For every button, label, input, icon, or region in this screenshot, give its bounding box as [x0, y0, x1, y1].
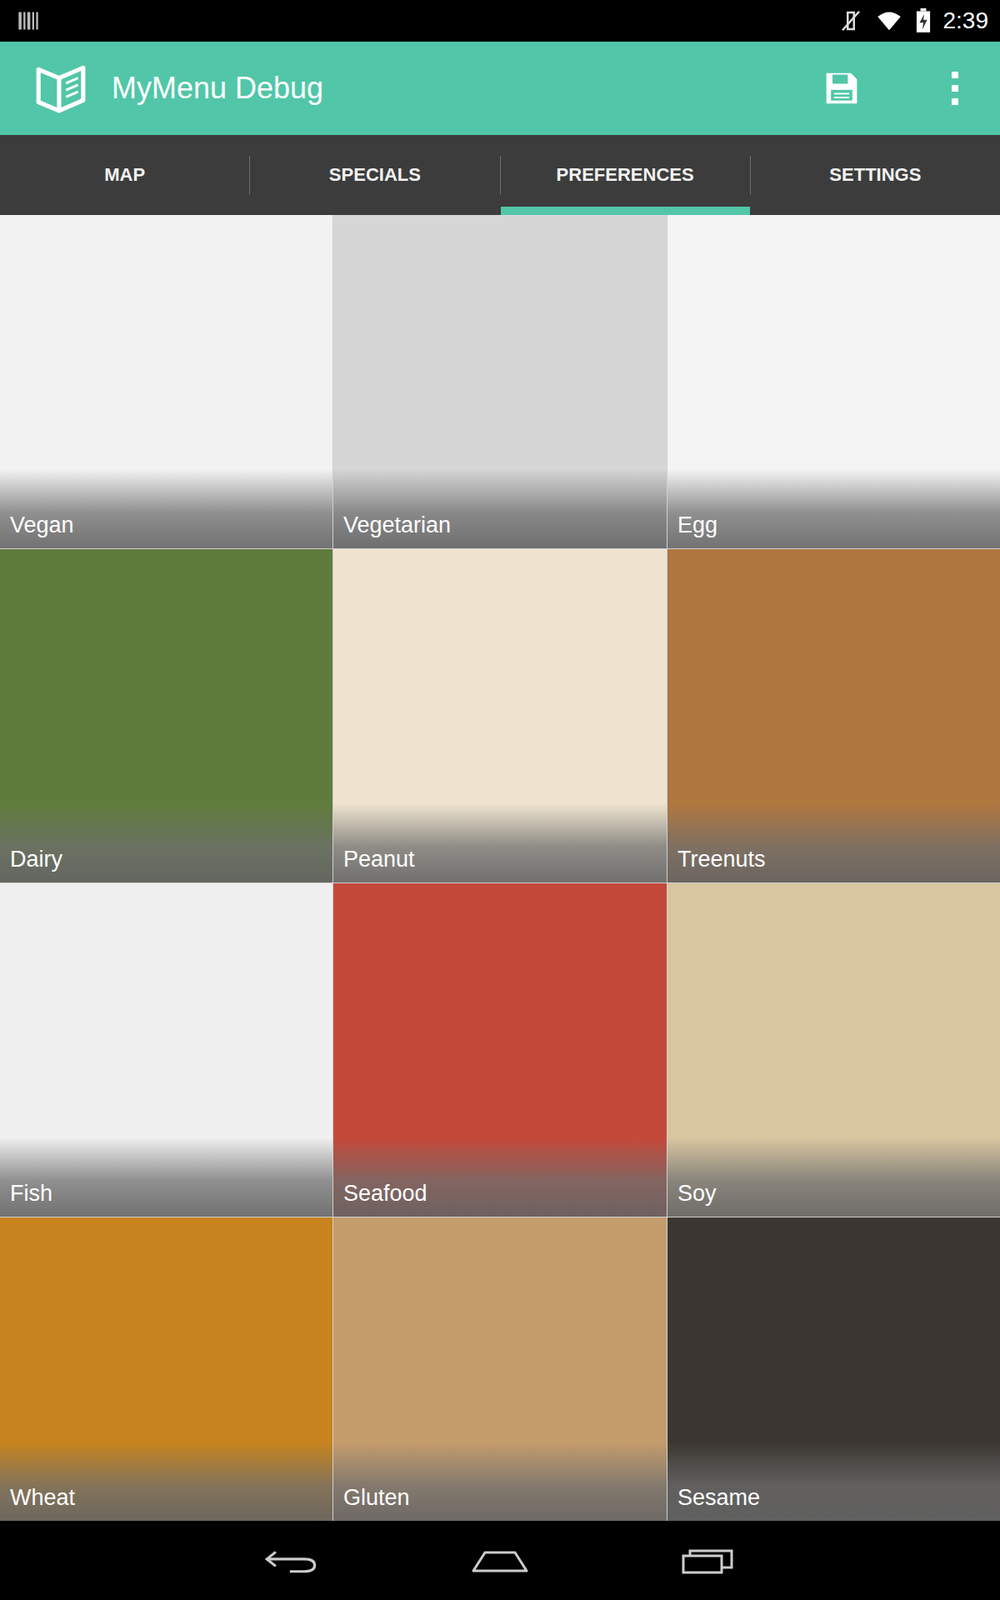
tab-divider: [750, 155, 751, 195]
preference-label: Sesame: [667, 1441, 1000, 1521]
battery-icon: [915, 8, 932, 34]
preference-tile[interactable]: Dairy: [0, 549, 333, 883]
preference-tile[interactable]: Wheat: [0, 1217, 333, 1521]
preference-label: Vegan: [0, 469, 333, 549]
home-icon[interactable]: [470, 1545, 530, 1576]
preference-tile[interactable]: Gluten: [333, 1217, 667, 1521]
preference-label: Peanut: [333, 803, 667, 883]
preference-tile[interactable]: Treenuts: [667, 549, 1000, 883]
app-bar: MyMenu Debug: [0, 41, 1000, 135]
preference-tile[interactable]: Vegetarian: [333, 215, 667, 549]
preference-label: Wheat: [0, 1441, 333, 1521]
preference-tile[interactable]: Egg: [667, 215, 1000, 549]
save-icon[interactable]: [823, 70, 860, 107]
status-bar: 2:39: [0, 0, 1000, 42]
app-title: MyMenu Debug: [111, 70, 324, 106]
tab-bar: MAP SPECIALS PREFERENCES SETTINGS: [0, 135, 1000, 215]
preference-label: Dairy: [0, 803, 333, 883]
preference-tile[interactable]: Soy: [667, 883, 1000, 1217]
preference-label: Fish: [0, 1137, 333, 1217]
mute-icon: [838, 8, 864, 34]
tab[interactable]: SETTINGS: [750, 135, 1000, 215]
wifi-icon: [875, 8, 904, 34]
tab[interactable]: SPECIALS: [250, 135, 500, 215]
menu-book-icon[interactable]: [33, 60, 89, 116]
preference-label: Gluten: [333, 1441, 667, 1521]
preference-tile[interactable]: Fish: [0, 883, 333, 1217]
tab-divider: [249, 155, 250, 195]
preference-label: Treenuts: [667, 803, 1000, 883]
preferences-grid: VeganVegetarianEgg DairyPeanutTreenuts Fis…: [0, 215, 1000, 1521]
preference-label: Soy: [667, 1137, 1000, 1217]
tab[interactable]: PREFERENCES: [500, 135, 750, 215]
overflow-menu-icon[interactable]: [950, 68, 960, 109]
notification-icon: [16, 9, 40, 33]
recents-icon[interactable]: [680, 1545, 737, 1576]
back-icon[interactable]: [263, 1545, 320, 1576]
preference-label: Egg: [667, 469, 1000, 549]
preference-tile[interactable]: Vegan: [0, 215, 333, 549]
preference-label: Seafood: [333, 1137, 667, 1217]
navigation-bar: [0, 1520, 1000, 1600]
tab[interactable]: MAP: [0, 135, 250, 215]
preference-label: Vegetarian: [333, 469, 667, 549]
clock: 2:39: [943, 7, 990, 35]
screen: 2:39 MyMenu Debug MAP SPECIALS PREFERENC…: [0, 0, 1000, 1600]
preference-tile[interactable]: Sesame: [667, 1217, 1000, 1521]
preference-tile[interactable]: Peanut: [333, 549, 667, 883]
preference-tile[interactable]: Seafood: [333, 883, 667, 1217]
